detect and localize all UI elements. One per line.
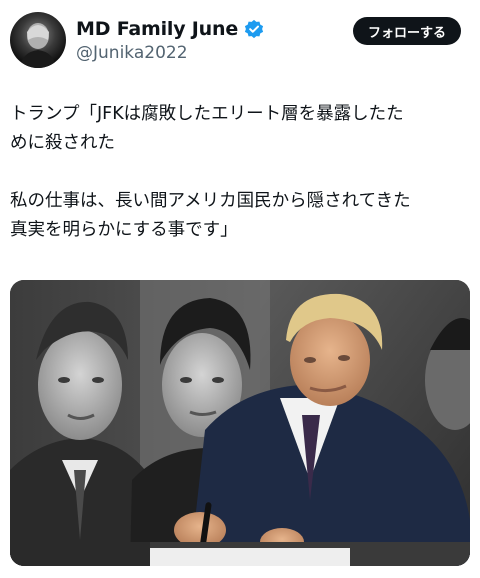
tweet-line: 真実を明らかにする事です」 [10,220,238,240]
verified-badge-icon [244,19,264,39]
tweet-line: トランプ「JFKは腐敗したエリート層を暴露したた [10,104,404,124]
user-handle[interactable]: @Junika2022 [76,43,188,63]
photo-collage-image [10,280,470,566]
tweet-media-image[interactable] [10,280,470,566]
tweet-header: MD Family June @Junika2022 フォローする [0,0,480,80]
avatar-image [20,23,56,68]
avatar[interactable] [10,12,66,68]
tweet-text: トランプ「JFKは腐敗したエリート層を暴露したた めに殺された 私の仕事は、長い… [10,100,472,245]
tweet-line: めに殺された [10,133,115,153]
follow-button[interactable]: フォローする [353,17,461,45]
tweet-line: 私の仕事は、長い間アメリカ国民から隠されてきた [10,191,411,211]
display-name[interactable]: MD Family June [76,18,238,40]
name-row: MD Family June [76,18,264,40]
